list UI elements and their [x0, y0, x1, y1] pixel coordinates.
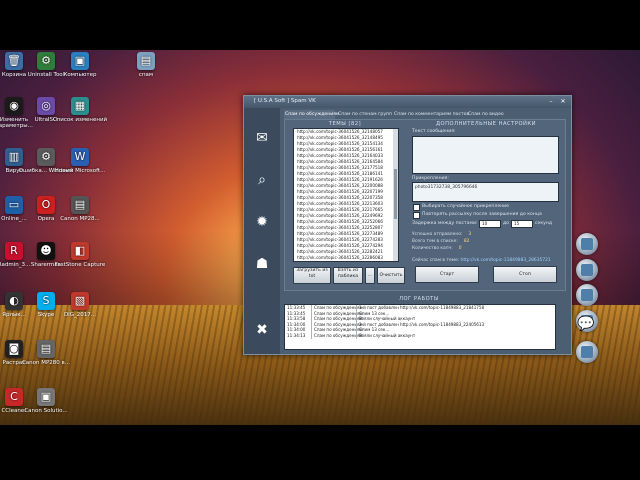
- gear-icon[interactable]: ✹: [252, 212, 272, 232]
- clear-log-icon[interactable]: ✖: [252, 320, 272, 340]
- message-textarea[interactable]: [412, 136, 559, 174]
- message-label: Текст сообщения:: [412, 129, 456, 134]
- desktop-icon[interactable]: W Новый Microsoft...: [52, 148, 108, 174]
- topics-list[interactable]: http://vk.com/topic-36041526_32148057 htt…: [293, 128, 399, 262]
- more-button[interactable]: ...: [365, 267, 375, 284]
- music-icon[interactable]: [576, 284, 598, 306]
- clear-button[interactable]: Очистить: [377, 267, 405, 284]
- log-time: 11:34:13: [287, 332, 306, 338]
- desktop-icon[interactable]: ▧ DIG_2017...: [52, 292, 108, 318]
- attachments-text: photo31732738_305796646: [415, 185, 478, 190]
- chat-icon[interactable]: [576, 259, 598, 281]
- stat-row: Успешно отправлено: 3: [412, 232, 471, 237]
- chat-icon[interactable]: 💬: [576, 314, 596, 334]
- current-topic-label: Сейчас спам в теме:: [412, 258, 460, 263]
- desktop-icon[interactable]: ◧ FastStone Capture: [52, 242, 108, 268]
- stat-label: Количество капч:: [412, 246, 453, 251]
- desktop-icon[interactable]: ▣ Canon Solutio...: [18, 388, 74, 414]
- delay-label: Задержка между постами:: [412, 221, 478, 226]
- close-button[interactable]: ✕: [559, 98, 567, 106]
- start-button[interactable]: Старт: [415, 266, 479, 283]
- delay-from-input[interactable]: 10: [479, 220, 501, 228]
- stop-button[interactable]: Стоп: [493, 266, 557, 283]
- stat-label: Успешно отправлено:: [412, 232, 463, 237]
- log-heading: ЛОГ РАБОТЫ: [399, 296, 439, 302]
- stat-value: 0: [458, 246, 462, 251]
- topics-scrollbar[interactable]: [393, 129, 398, 261]
- minimize-button[interactable]: –: [547, 98, 555, 106]
- stat-value: 3: [468, 232, 472, 237]
- desktop-icon-label: DIG_2017...: [63, 312, 97, 318]
- stat-row: Всего тем в списке: 82: [412, 239, 469, 244]
- log-message: Взяли случайный аккаунт: [356, 332, 415, 339]
- desktop-icon[interactable]: ▤ спам: [118, 52, 174, 78]
- mail-icon[interactable]: ✉: [252, 128, 272, 148]
- log-row: 11:34:13 Спам по обсуждениямВзяли случайн…: [285, 332, 555, 339]
- desktop-icon-label: Canon MP280 в...: [21, 360, 71, 366]
- desktop-icon[interactable]: ▤ Canon MP280 в...: [18, 340, 74, 366]
- spam-vk-window: [ U.S.A Soft ] Spam VK – ✕ ✉ ⌕ ✹ ☗ ✖ Спа…: [243, 95, 595, 355]
- tab-group-walls[interactable]: Спам по стенам групп: [338, 110, 392, 119]
- canon-icon: ▣: [37, 388, 55, 406]
- desktop-icon-label: Список изменений: [52, 117, 108, 123]
- desktop-icon[interactable]: ▣ Компьютер: [52, 52, 108, 78]
- delay-to-input[interactable]: 15: [511, 220, 533, 228]
- document-icon: ▦: [71, 97, 89, 115]
- random-attach-label: Выбирать случайное прикрепление: [422, 204, 509, 209]
- network-icon[interactable]: [576, 233, 598, 255]
- tab-post-comments[interactable]: Спам по комментариям постов: [394, 110, 469, 119]
- word-doc-icon: W: [71, 148, 89, 166]
- desktop-icon[interactable]: ▦ Список изменений: [52, 97, 108, 123]
- tab-videos[interactable]: Спам по видео: [468, 110, 504, 119]
- desktop-icon-label: Компьютер: [63, 72, 97, 78]
- desktop-icon[interactable]: ▤ Canon MP28...: [52, 196, 108, 222]
- stat-row: Количество капч: 0: [412, 246, 461, 251]
- tab-content: ТЕМЫ [82] http://vk.com/topic-36041526_3…: [284, 119, 566, 291]
- letterbox-top: [0, 0, 640, 50]
- user-icon[interactable]: ☗: [252, 254, 272, 274]
- globe-icon[interactable]: [576, 341, 598, 363]
- desktop-icon-label: Canon Solutio...: [24, 408, 68, 414]
- settings-heading: ДОПОЛНИТЕЛЬНЫЕ НАСТРОЙКИ: [435, 121, 536, 127]
- desktop-icon-label: Новый Microsoft...: [54, 168, 106, 174]
- window-title: [ U.S.A Soft ] Spam VK: [254, 98, 316, 104]
- desktop-icon-label: FastStone Capture: [54, 262, 106, 268]
- current-topic: Сейчас спам в теме: http://vk.com/topic-…: [412, 258, 551, 263]
- stat-label: Всего тем в списке:: [412, 239, 458, 244]
- delay-to-label: до: [503, 221, 509, 226]
- stat-value: 82: [463, 239, 470, 244]
- image-file-icon: ▧: [71, 292, 89, 310]
- search-icon[interactable]: ⌕: [252, 170, 272, 190]
- tab-discussions[interactable]: Спам по обсуждениям: [284, 110, 339, 119]
- repeat-label: Повторять рассылку после завершения до к…: [422, 212, 542, 217]
- delay-unit: секунд: [535, 221, 553, 226]
- folder-icon: ▤: [137, 52, 155, 70]
- log-category: Спам по обсуждениям: [311, 332, 363, 339]
- attachments-label: Прикрепления:: [412, 176, 449, 181]
- printer-icon: ▤: [71, 196, 89, 214]
- current-topic-link[interactable]: http://vk.com/topic-11849883_28635721: [461, 258, 551, 263]
- load-txt-button[interactable]: Загрузить из txt: [293, 267, 331, 284]
- take-from-public-button[interactable]: Взять из паблика: [333, 267, 363, 284]
- desktop-icon-label: Canon MP28...: [60, 216, 100, 222]
- sidebar: ✉ ⌕ ✹ ☗ ✖: [244, 108, 280, 354]
- log-panel: ЛОГ РАБОТЫ 11:33:45 Спам по обсуждениям1-…: [284, 296, 595, 351]
- title-bar[interactable]: [ U.S.A Soft ] Spam VK – ✕: [244, 96, 571, 108]
- attachments-textarea[interactable]: photo31732738_305796646: [412, 182, 559, 202]
- letterbox-bottom: [0, 425, 640, 480]
- topics-heading: ТЕМЫ [82]: [328, 121, 362, 127]
- log-list[interactable]: 11:33:45 Спам по обсуждениям1-й пост доба…: [284, 304, 556, 350]
- desktop-icon-label: спам: [138, 72, 154, 78]
- repeat-checkbox[interactable]: [413, 212, 420, 219]
- random-attach-checkbox[interactable]: [413, 204, 420, 211]
- printer-icon: ▤: [37, 340, 55, 358]
- computer-icon: ▣: [71, 52, 89, 70]
- faststone-icon: ◧: [71, 242, 89, 260]
- topic-row[interactable]: http://vk.com/topic-36041526_32286783: [294, 261, 398, 262]
